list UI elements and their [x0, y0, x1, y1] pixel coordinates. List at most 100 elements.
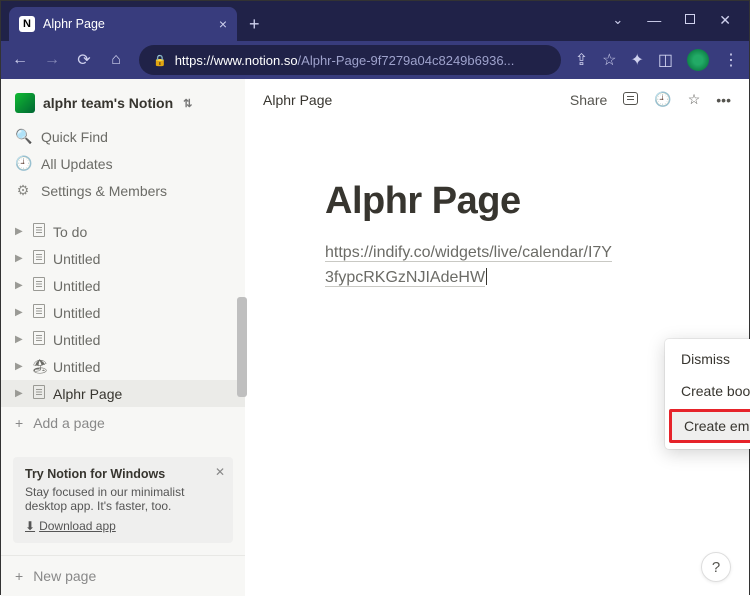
page-content[interactable]: Alphr Page https://indify.co/widgets/liv… [245, 120, 749, 291]
download-label: Download app [39, 519, 116, 533]
page-list: ▶ To do ▶ Untitled ▶ Untitled ▶ Untitled ▶ Un… [1, 218, 245, 407]
highlight-annotation: Create embed [669, 409, 750, 443]
gear-icon: ⚙ [15, 182, 31, 199]
close-window-icon[interactable]: ✕ [719, 12, 731, 29]
pasted-link-block[interactable]: https://indify.co/widgets/live/calendar/… [325, 241, 645, 291]
main-area: Alphr Page Share 🕘 ☆ ••• Alphr Page http… [245, 79, 749, 596]
lock-icon: 🔒 [153, 54, 167, 67]
url-input[interactable]: 🔒 https://www.notion.so/Alphr-Page-9f727… [139, 45, 561, 75]
add-page-button[interactable]: + Add a page [1, 407, 245, 439]
minimize-icon[interactable]: — [647, 12, 661, 29]
url-domain: https://www.notion.so [175, 53, 298, 68]
sidebar-page-untitled[interactable]: ▶ Untitled [1, 326, 245, 353]
forward-icon[interactable]: → [43, 51, 61, 69]
clock-icon: 🕘 [15, 155, 31, 172]
quick-find[interactable]: 🔍 Quick Find [1, 123, 245, 150]
sidebar: alphr team's Notion ⇅ 🔍 Quick Find 🕘 All… [1, 79, 245, 596]
kebab-icon[interactable]: ⋮ [723, 50, 739, 70]
caret-icon[interactable]: ▶ [15, 253, 25, 264]
help-button[interactable]: ? [701, 552, 731, 582]
browser-addressbar: ← → ⟳ ⌂ 🔒 https://www.notion.so/Alphr-Pa… [1, 41, 749, 79]
more-icon[interactable]: ••• [716, 92, 731, 108]
caret-icon[interactable]: ▶ [15, 226, 25, 237]
download-icon: ⬇ [25, 519, 35, 533]
settings-members[interactable]: ⚙ Settings & Members [1, 177, 245, 204]
chevron-expand-icon: ⇅ [183, 97, 192, 110]
search-icon: 🔍 [15, 128, 31, 145]
share-icon[interactable]: ⇪ [575, 50, 588, 70]
comments-icon[interactable] [623, 92, 638, 108]
page-icon [31, 304, 47, 321]
download-app-link[interactable]: ⬇ Download app [25, 519, 116, 533]
caret-icon[interactable]: ▶ [15, 388, 25, 399]
caret-icon[interactable]: ▶ [15, 361, 25, 372]
workspace-name: alphr team's Notion [43, 95, 173, 111]
link-paste-menu: Dismiss Create bookmark Create embed [665, 339, 750, 449]
all-updates-label: All Updates [41, 156, 113, 172]
caret-icon[interactable]: ▶ [15, 280, 25, 291]
updates-icon[interactable]: 🕘 [654, 91, 671, 108]
home-icon[interactable]: ⌂ [107, 51, 125, 69]
add-page-label: Add a page [33, 415, 105, 431]
page-icon [31, 223, 47, 240]
sidebar-page-untitled[interactable]: ▶Untitled [1, 272, 245, 299]
page-icon [31, 277, 47, 294]
promo-body: Stay focused in our minimalist desktop a… [25, 485, 221, 513]
page-topbar: Alphr Page Share 🕘 ☆ ••• [245, 79, 749, 120]
page-label: Untitled [53, 332, 100, 348]
close-tab-icon[interactable]: × [219, 16, 227, 32]
link-text-line1: https://indify.co/widgets/live/calendar/… [325, 244, 612, 262]
caret-icon[interactable]: ▶ [15, 334, 25, 345]
close-promo-icon[interactable]: ✕ [215, 465, 225, 479]
page-icon [31, 385, 47, 402]
back-icon[interactable]: ← [11, 51, 29, 69]
beach-icon: 🏖 [31, 358, 47, 375]
menu-create-bookmark[interactable]: Create bookmark [665, 375, 750, 407]
tab-title: Alphr Page [43, 17, 211, 31]
page-label: Alphr Page [53, 386, 122, 402]
quick-find-label: Quick Find [41, 129, 108, 145]
all-updates[interactable]: 🕘 All Updates [1, 150, 245, 177]
promo-card: ✕ Try Notion for Windows Stay focused in… [13, 457, 233, 543]
profile-avatar[interactable] [687, 49, 709, 71]
favorite-icon[interactable]: ☆ [688, 91, 701, 108]
reload-icon[interactable]: ⟳ [75, 50, 93, 70]
new-tab-button[interactable]: + [237, 14, 272, 41]
sidebar-page-untitled[interactable]: ▶ Untitled [1, 299, 245, 326]
menu-dismiss[interactable]: Dismiss [665, 343, 750, 375]
puzzle-icon[interactable]: ✦ [630, 50, 643, 70]
text-cursor [486, 268, 487, 285]
panel-icon[interactable]: ◫ [658, 50, 673, 70]
page-label: Untitled [53, 305, 100, 321]
page-label: To do [53, 224, 87, 240]
breadcrumb[interactable]: Alphr Page [263, 92, 570, 108]
browser-tab[interactable]: N Alphr Page × [9, 7, 237, 41]
page-icon [31, 250, 47, 267]
caret-icon[interactable]: ▶ [15, 307, 25, 318]
share-button[interactable]: Share [570, 92, 607, 108]
sidebar-page-untitled[interactable]: ▶ 🏖 Untitled [1, 353, 245, 380]
sidebar-page-untitled[interactable]: ▶ Untitled [1, 245, 245, 272]
workspace-icon [15, 93, 35, 113]
sidebar-page-alphr[interactable]: ▶ Alphr Page [1, 380, 245, 407]
browser-titlebar: N Alphr Page × + ⌄ — ✕ [1, 1, 749, 41]
workspace-switcher[interactable]: alphr team's Notion ⇅ [1, 79, 245, 123]
sidebar-page-todo[interactable]: ▶ To do [1, 218, 245, 245]
plus-icon: + [15, 568, 23, 584]
maximize-icon[interactable] [685, 12, 695, 29]
new-page-button[interactable]: + New page [1, 555, 245, 596]
url-path: /Alphr-Page-9f7279a04c8249b6936... [298, 53, 515, 68]
plus-icon: + [15, 415, 23, 431]
menu-create-embed[interactable]: Create embed [672, 412, 750, 440]
star-icon[interactable]: ☆ [602, 50, 616, 70]
notion-app: alphr team's Notion ⇅ 🔍 Quick Find 🕘 All… [1, 79, 749, 596]
notion-favicon: N [19, 16, 35, 32]
settings-label: Settings & Members [41, 183, 167, 199]
page-label: Untitled [53, 251, 100, 267]
page-icon [31, 331, 47, 348]
link-text-line2: 3fypcRKGzNJIAdeHW [325, 269, 485, 287]
page-title[interactable]: Alphr Page [325, 180, 669, 223]
page-label: Untitled [53, 359, 100, 375]
window-controls: ⌄ — ✕ [612, 12, 749, 41]
chevron-down-icon[interactable]: ⌄ [612, 12, 623, 29]
